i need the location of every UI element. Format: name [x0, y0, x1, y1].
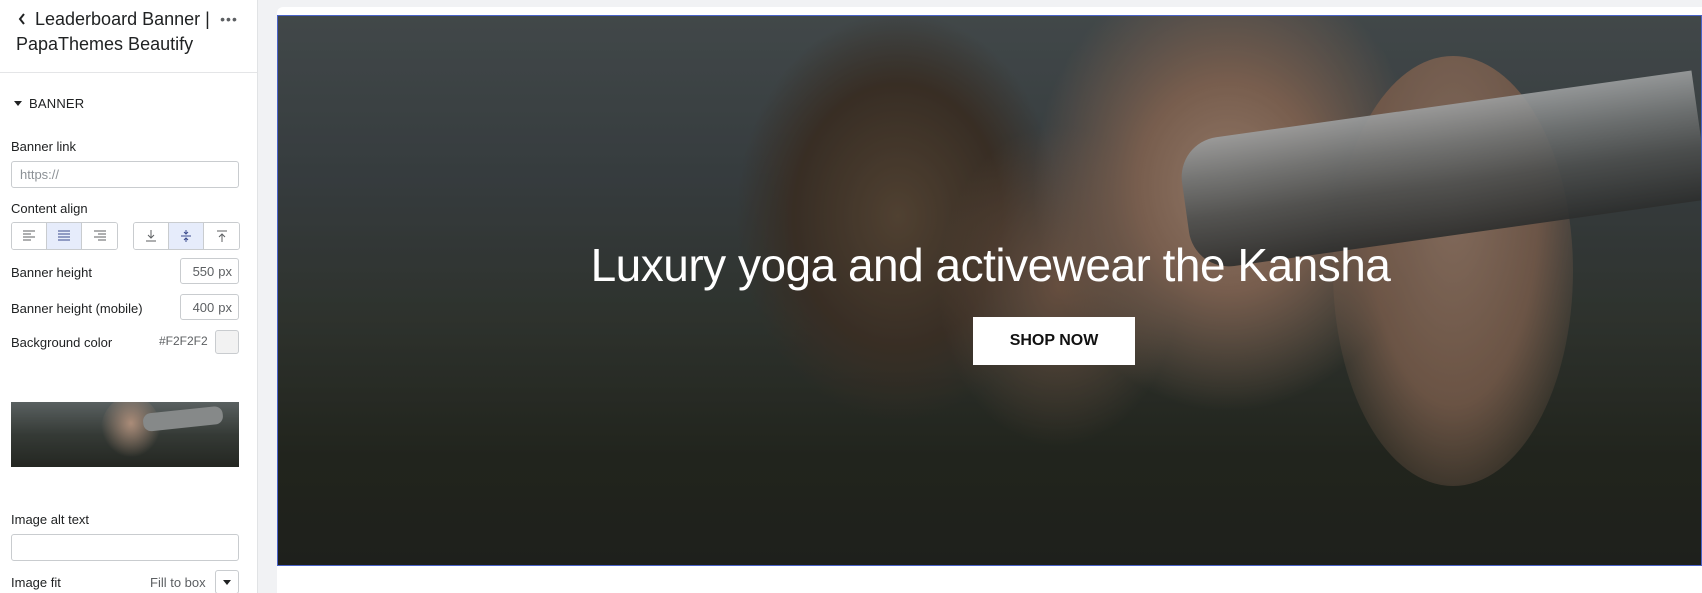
leaderboard-banner[interactable]: Luxury yoga and activewear the Kansha SH…	[277, 15, 1702, 566]
theme-editor-sidebar: Leaderboard Banner | PapaThemes Beautify…	[0, 0, 258, 593]
section-label: BANNER	[29, 95, 85, 111]
banner-height-value: 550	[192, 263, 215, 279]
shop-now-button[interactable]: SHOP NOW	[973, 317, 1135, 365]
banner-height-input[interactable]: 550 px	[180, 258, 239, 284]
banner-height-unit: px	[218, 263, 232, 279]
align-bottom-icon	[146, 230, 156, 242]
sidebar-scrollbar[interactable]	[258, 0, 277, 593]
chevron-left-icon	[18, 13, 25, 25]
horizontal-align-group	[11, 222, 118, 250]
banner-headline: Luxury yoga and activewear the Kansha	[590, 239, 1391, 291]
background-color-swatch[interactable]	[215, 330, 239, 354]
align-top-button[interactable]	[204, 223, 239, 249]
banner-link-label: Banner link	[11, 139, 77, 154]
align-bottom-button[interactable]	[134, 223, 169, 249]
banner-height-label: Banner height	[11, 265, 92, 280]
image-fit-value: Fill to box	[150, 575, 206, 590]
storefront-preview: Luxury yoga and activewear the Kansha SH…	[277, 7, 1702, 593]
banner-height-mobile-unit: px	[218, 299, 232, 315]
image-alt-text-label: Image alt text	[11, 512, 90, 527]
align-right-button[interactable]	[82, 223, 117, 249]
more-actions-button[interactable]: •••	[218, 8, 240, 30]
align-left-icon	[23, 230, 35, 241]
align-middle-button[interactable]	[169, 223, 204, 249]
banner-link-input[interactable]	[11, 161, 239, 188]
banner-image-thumbnail[interactable]	[11, 402, 239, 467]
align-right-icon	[93, 230, 106, 241]
align-justify-icon	[58, 230, 70, 241]
back-button[interactable]	[13, 8, 31, 30]
section-title: Leaderboard Banner | PapaThemes Beautify	[16, 9, 210, 54]
align-middle-icon	[181, 230, 191, 242]
caret-down-icon	[14, 100, 22, 106]
banner-height-mobile-input[interactable]: 400 px	[180, 294, 239, 320]
banner-height-mobile-label: Banner height (mobile)	[11, 301, 143, 316]
image-alt-text-input[interactable]	[11, 534, 239, 561]
chevron-down-icon	[223, 579, 231, 585]
align-top-icon	[216, 230, 227, 242]
image-fit-select[interactable]	[215, 570, 239, 593]
background-color-label: Background color	[11, 335, 113, 350]
vertical-align-group	[133, 222, 240, 250]
background-color-hex: #F2F2F2	[159, 334, 208, 348]
sidebar-header: Leaderboard Banner | PapaThemes Beautify…	[0, 0, 257, 73]
banner-section-toggle[interactable]: BANNER	[14, 93, 84, 113]
align-left-button[interactable]	[12, 223, 47, 249]
banner-height-mobile-value: 400	[192, 299, 215, 315]
image-fit-label: Image fit	[11, 575, 61, 590]
content-align-label: Content align	[11, 201, 88, 216]
banner-thumbnail-image	[11, 402, 239, 467]
ellipsis-icon: •••	[220, 11, 238, 27]
align-center-button[interactable]	[47, 223, 82, 249]
